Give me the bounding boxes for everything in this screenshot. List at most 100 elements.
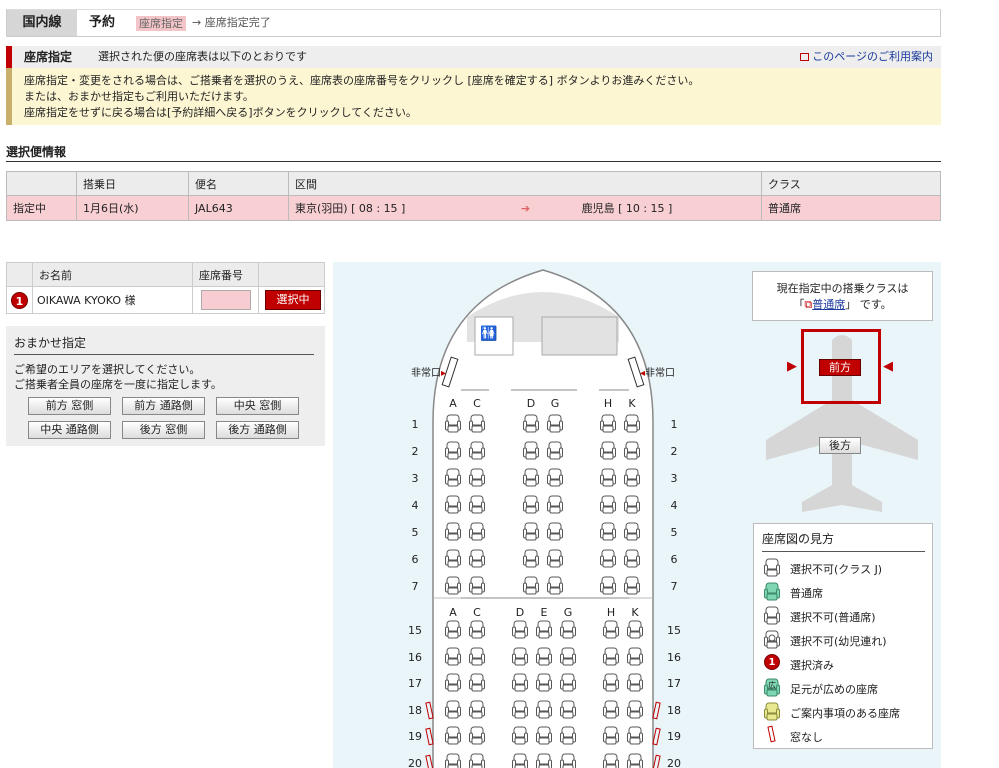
seat[interactable]: [560, 647, 576, 666]
seat[interactable]: [469, 753, 485, 768]
seat[interactable]: [547, 549, 563, 568]
auto-assign-desc: ご希望のエリアを選択してください。: [14, 363, 201, 376]
seat[interactable]: [512, 726, 528, 745]
seat[interactable]: [445, 753, 461, 768]
seat[interactable]: [600, 522, 616, 541]
seat[interactable]: [547, 414, 563, 433]
seat[interactable]: [469, 549, 485, 568]
rear-window-button[interactable]: 後方 窓側: [122, 421, 205, 439]
middle-aisle-button[interactable]: 中央 通路側: [28, 421, 111, 439]
rear-area-button[interactable]: 後方: [819, 437, 861, 454]
seat[interactable]: [627, 620, 643, 639]
seat[interactable]: [523, 549, 539, 568]
seat[interactable]: [627, 753, 643, 768]
seat[interactable]: [445, 700, 461, 719]
seat[interactable]: [603, 726, 619, 745]
seat[interactable]: [469, 726, 485, 745]
seat[interactable]: [624, 495, 640, 514]
seat[interactable]: [512, 647, 528, 666]
seat[interactable]: [469, 468, 485, 487]
seat[interactable]: [445, 576, 461, 595]
seat[interactable]: [600, 441, 616, 460]
seat[interactable]: [469, 495, 485, 514]
seat[interactable]: [445, 414, 461, 433]
seat[interactable]: [624, 441, 640, 460]
seat[interactable]: [512, 753, 528, 768]
class-link[interactable]: 普通席: [812, 298, 845, 311]
middle-window-button[interactable]: 中央 窓側: [216, 397, 299, 415]
seat[interactable]: [560, 700, 576, 719]
front-aisle-button[interactable]: 前方 通路側: [122, 397, 205, 415]
front-area-button[interactable]: 前方: [819, 359, 861, 376]
seat[interactable]: [536, 673, 552, 692]
seat[interactable]: [603, 620, 619, 639]
seat[interactable]: [560, 673, 576, 692]
seat[interactable]: [512, 673, 528, 692]
seat[interactable]: [600, 549, 616, 568]
seat[interactable]: [445, 468, 461, 487]
seat[interactable]: [547, 468, 563, 487]
seat[interactable]: [600, 576, 616, 595]
row-number: 5: [411, 526, 419, 539]
seat[interactable]: [600, 468, 616, 487]
seat[interactable]: [523, 522, 539, 541]
seat[interactable]: [523, 414, 539, 433]
seat[interactable]: [547, 522, 563, 541]
seat[interactable]: [624, 549, 640, 568]
seat[interactable]: [536, 700, 552, 719]
seat[interactable]: [445, 620, 461, 639]
seat[interactable]: [627, 700, 643, 719]
seat[interactable]: [624, 576, 640, 595]
selecting-button[interactable]: 選択中: [265, 290, 321, 310]
seat[interactable]: [536, 620, 552, 639]
seat[interactable]: [523, 576, 539, 595]
seat[interactable]: [600, 414, 616, 433]
seat[interactable]: [603, 647, 619, 666]
seat[interactable]: [445, 441, 461, 460]
seat[interactable]: [603, 700, 619, 719]
seat[interactable]: [536, 647, 552, 666]
seat[interactable]: [469, 647, 485, 666]
seat[interactable]: [624, 414, 640, 433]
seat[interactable]: [523, 441, 539, 460]
seat[interactable]: [536, 726, 552, 745]
seat[interactable]: [624, 468, 640, 487]
seat[interactable]: [600, 495, 616, 514]
seat[interactable]: [445, 495, 461, 514]
seat[interactable]: [627, 647, 643, 666]
seat[interactable]: [560, 753, 576, 768]
front-window-button[interactable]: 前方 窓側: [28, 397, 111, 415]
seat[interactable]: [512, 620, 528, 639]
seat[interactable]: [627, 673, 643, 692]
seat[interactable]: [627, 726, 643, 745]
seat[interactable]: [469, 620, 485, 639]
seat[interactable]: [603, 673, 619, 692]
seat[interactable]: [469, 700, 485, 719]
seat[interactable]: [445, 726, 461, 745]
passenger-table: お名前 座席番号 1 OIKAWA KYOKO 様 選択中: [6, 262, 325, 314]
seat[interactable]: [469, 576, 485, 595]
help-link[interactable]: このページのご利用案内: [800, 46, 933, 68]
seat[interactable]: [560, 620, 576, 639]
seat[interactable]: [523, 495, 539, 514]
seat[interactable]: [469, 522, 485, 541]
rear-aisle-button[interactable]: 後方 通路側: [216, 421, 299, 439]
seat[interactable]: [512, 700, 528, 719]
seat[interactable]: [469, 414, 485, 433]
seat[interactable]: [445, 673, 461, 692]
seat[interactable]: [547, 495, 563, 514]
seat[interactable]: [547, 576, 563, 595]
seat[interactable]: [469, 441, 485, 460]
seat[interactable]: [536, 753, 552, 768]
seat[interactable]: [445, 549, 461, 568]
seat-number-field[interactable]: [201, 290, 251, 310]
seat[interactable]: [624, 522, 640, 541]
seat[interactable]: [523, 468, 539, 487]
seat[interactable]: [603, 753, 619, 768]
seat[interactable]: [560, 726, 576, 745]
seat[interactable]: [469, 673, 485, 692]
seat[interactable]: [445, 647, 461, 666]
seat[interactable]: [547, 441, 563, 460]
seat[interactable]: [445, 522, 461, 541]
domestic-tab[interactable]: 国内線: [7, 10, 77, 36]
